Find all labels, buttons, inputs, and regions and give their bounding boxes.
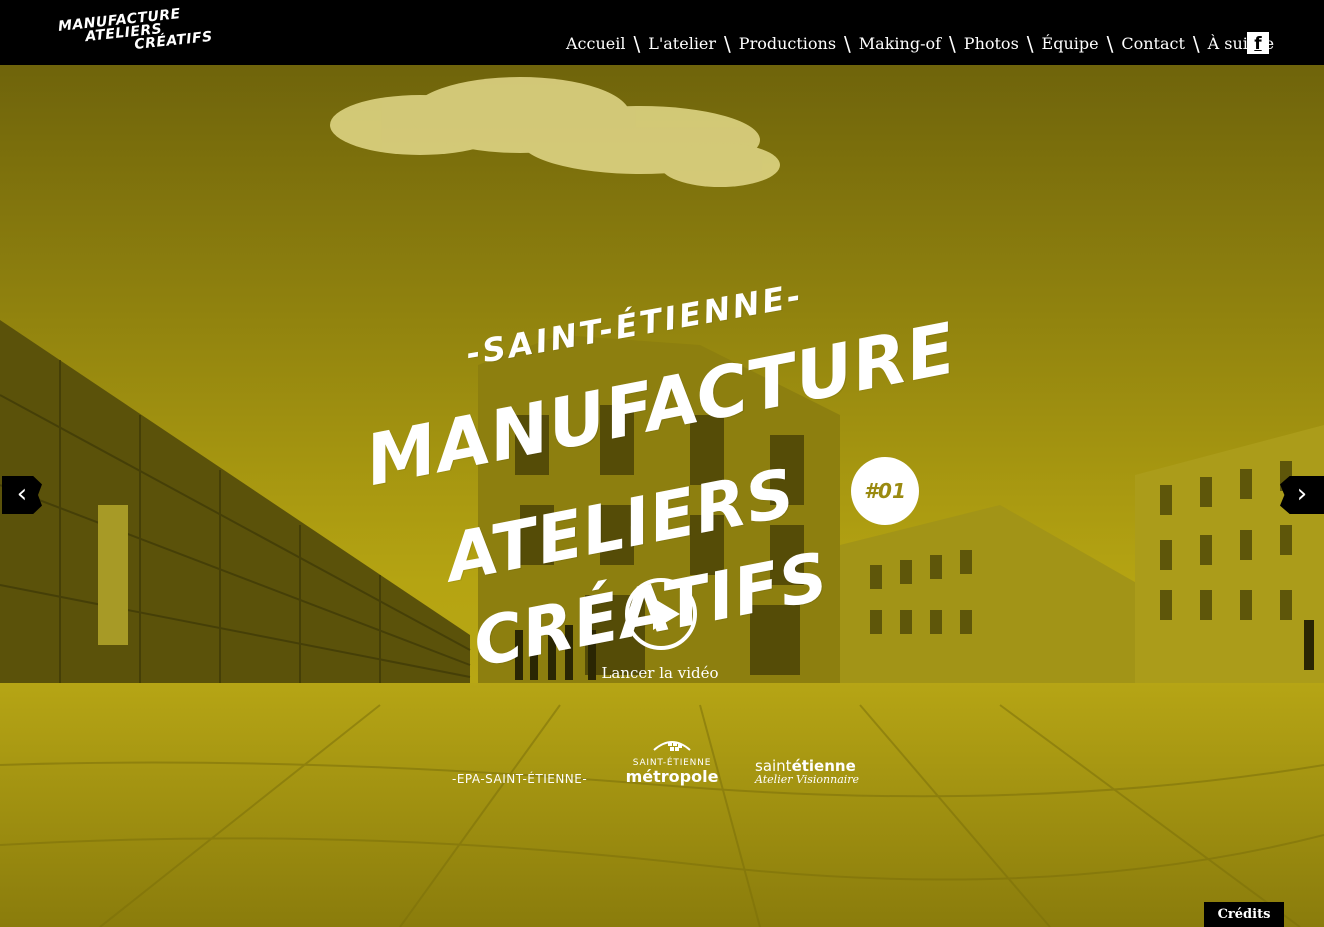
nav-separator: \ [1026, 32, 1034, 56]
epa-saint-etienne-logo[interactable]: -EPA-SAINT-ÉTIENNE- [452, 772, 587, 786]
play-icon[interactable] [625, 578, 697, 650]
nav-item-atelier[interactable]: L'atelier [648, 34, 716, 53]
credits-button[interactable]: Crédits [1204, 902, 1284, 927]
atelier-visionnaire-tagline: Atelier Visionnaire [755, 773, 860, 786]
nav-item-making-of[interactable]: Making-of [859, 34, 941, 53]
nav-item-accueil[interactable]: Accueil [566, 34, 625, 53]
top-bar: MANUFACTURE ATELIERS CRÉATIFS Accueil \ … [0, 0, 1324, 65]
nav-separator: \ [633, 32, 641, 56]
hero-background: -SAINT-ÉTIENNE- MANUFACTURE ATELIERS CRÉ… [0, 65, 1324, 927]
main-nav: Accueil \ L'atelier \ Productions \ Maki… [566, 32, 1274, 56]
saint-etienne-atelier-visionnaire-logo[interactable]: saintétienne Atelier Visionnaire [755, 758, 859, 786]
chevron-right-icon[interactable]: › [1280, 476, 1324, 514]
saint-etienne-wordmark: saintétienne [755, 758, 859, 774]
nav-separator: \ [949, 32, 956, 56]
nav-item-contact[interactable]: Contact [1121, 34, 1185, 53]
metropole-main-label: métropole [625, 767, 719, 786]
nav-item-photos[interactable]: Photos [964, 34, 1019, 53]
play-video-label[interactable]: Lancer la vidéo [590, 664, 730, 682]
nav-item-productions[interactable]: Productions [739, 34, 836, 53]
metropole-emblem-icon [653, 741, 691, 751]
facebook-icon[interactable]: f [1247, 32, 1269, 54]
nav-separator: \ [1106, 32, 1114, 56]
nav-item-equipe[interactable]: Équipe [1042, 34, 1099, 53]
episode-badge: #01 [851, 457, 919, 525]
saint-etienne-metropole-logo[interactable]: SAINT-ÉTIENNE métropole [622, 736, 722, 786]
nav-separator: \ [844, 32, 851, 56]
site-logo[interactable]: MANUFACTURE ATELIERS CRÉATIFS [56, 0, 260, 58]
nav-separator: \ [1192, 32, 1200, 56]
nav-separator: \ [724, 32, 731, 56]
play-triangle [653, 598, 680, 630]
chevron-left-icon[interactable]: ‹ [2, 476, 42, 514]
